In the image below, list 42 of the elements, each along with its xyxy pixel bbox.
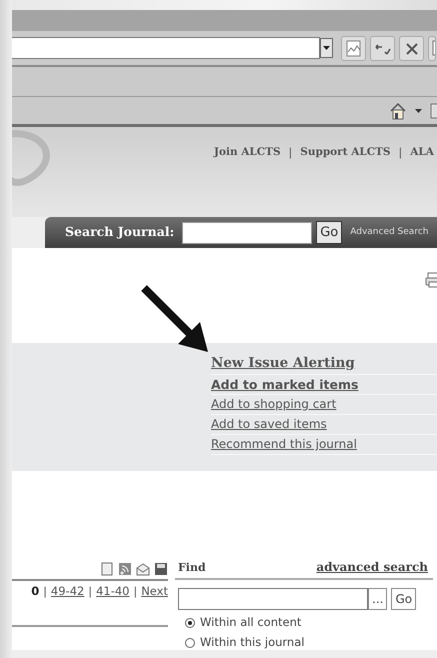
separator: | (133, 584, 138, 600)
page-link[interactable]: Next (141, 583, 168, 601)
caret-icon[interactable] (415, 108, 422, 112)
separator: | (288, 145, 292, 161)
page-link[interactable]: 49-42 (50, 583, 84, 601)
action-link[interactable]: Add to shopping cart (211, 395, 437, 415)
action-link[interactable]: New Issue Alerting (211, 353, 437, 375)
browse-button[interactable]: ... (368, 588, 388, 610)
header-link[interactable]: Join ALCTS (214, 145, 281, 162)
go-button[interactable]: Go (316, 221, 342, 244)
page-link[interactable]: 41-40 (96, 583, 130, 601)
dropdown-button[interactable] (320, 38, 333, 58)
printer-icon[interactable] (425, 272, 437, 288)
separator: | (43, 584, 47, 600)
advanced-search-link[interactable]: Advanced Search (350, 226, 428, 240)
radio-label: Within this journal (200, 634, 304, 650)
header-link[interactable]: Support ALCTS (300, 145, 390, 162)
caret-icon (323, 46, 330, 50)
radio-button[interactable] (185, 618, 195, 628)
header-link[interactable]: ALA (410, 145, 434, 162)
search-field[interactable] (182, 222, 312, 244)
address-field[interactable] (12, 37, 320, 59)
find-heading: Find (178, 560, 206, 576)
separator: | (398, 145, 402, 161)
find-field[interactable] (178, 588, 368, 610)
close-icon[interactable] (399, 36, 424, 60)
save-icon[interactable] (154, 562, 168, 576)
radio-label: Within all content (200, 614, 302, 631)
home-icon[interactable] (389, 102, 407, 120)
document-icon[interactable] (100, 562, 114, 576)
envelope-icon[interactable] (136, 562, 150, 576)
search-label: Search Journal: (65, 223, 174, 242)
separator: | (88, 584, 92, 600)
advanced-search-link[interactable]: advanced search (316, 558, 428, 576)
current-page: 0 (31, 583, 40, 600)
refresh-icon[interactable] (370, 36, 395, 60)
action-link[interactable]: Add to marked items (211, 375, 437, 395)
action-link[interactable]: Recommend this journal (211, 435, 437, 455)
page-icon[interactable] (341, 36, 366, 60)
radio-button[interactable] (185, 638, 195, 648)
action-link[interactable]: Add to saved items (211, 415, 437, 435)
go-button[interactable]: Go (391, 588, 416, 610)
